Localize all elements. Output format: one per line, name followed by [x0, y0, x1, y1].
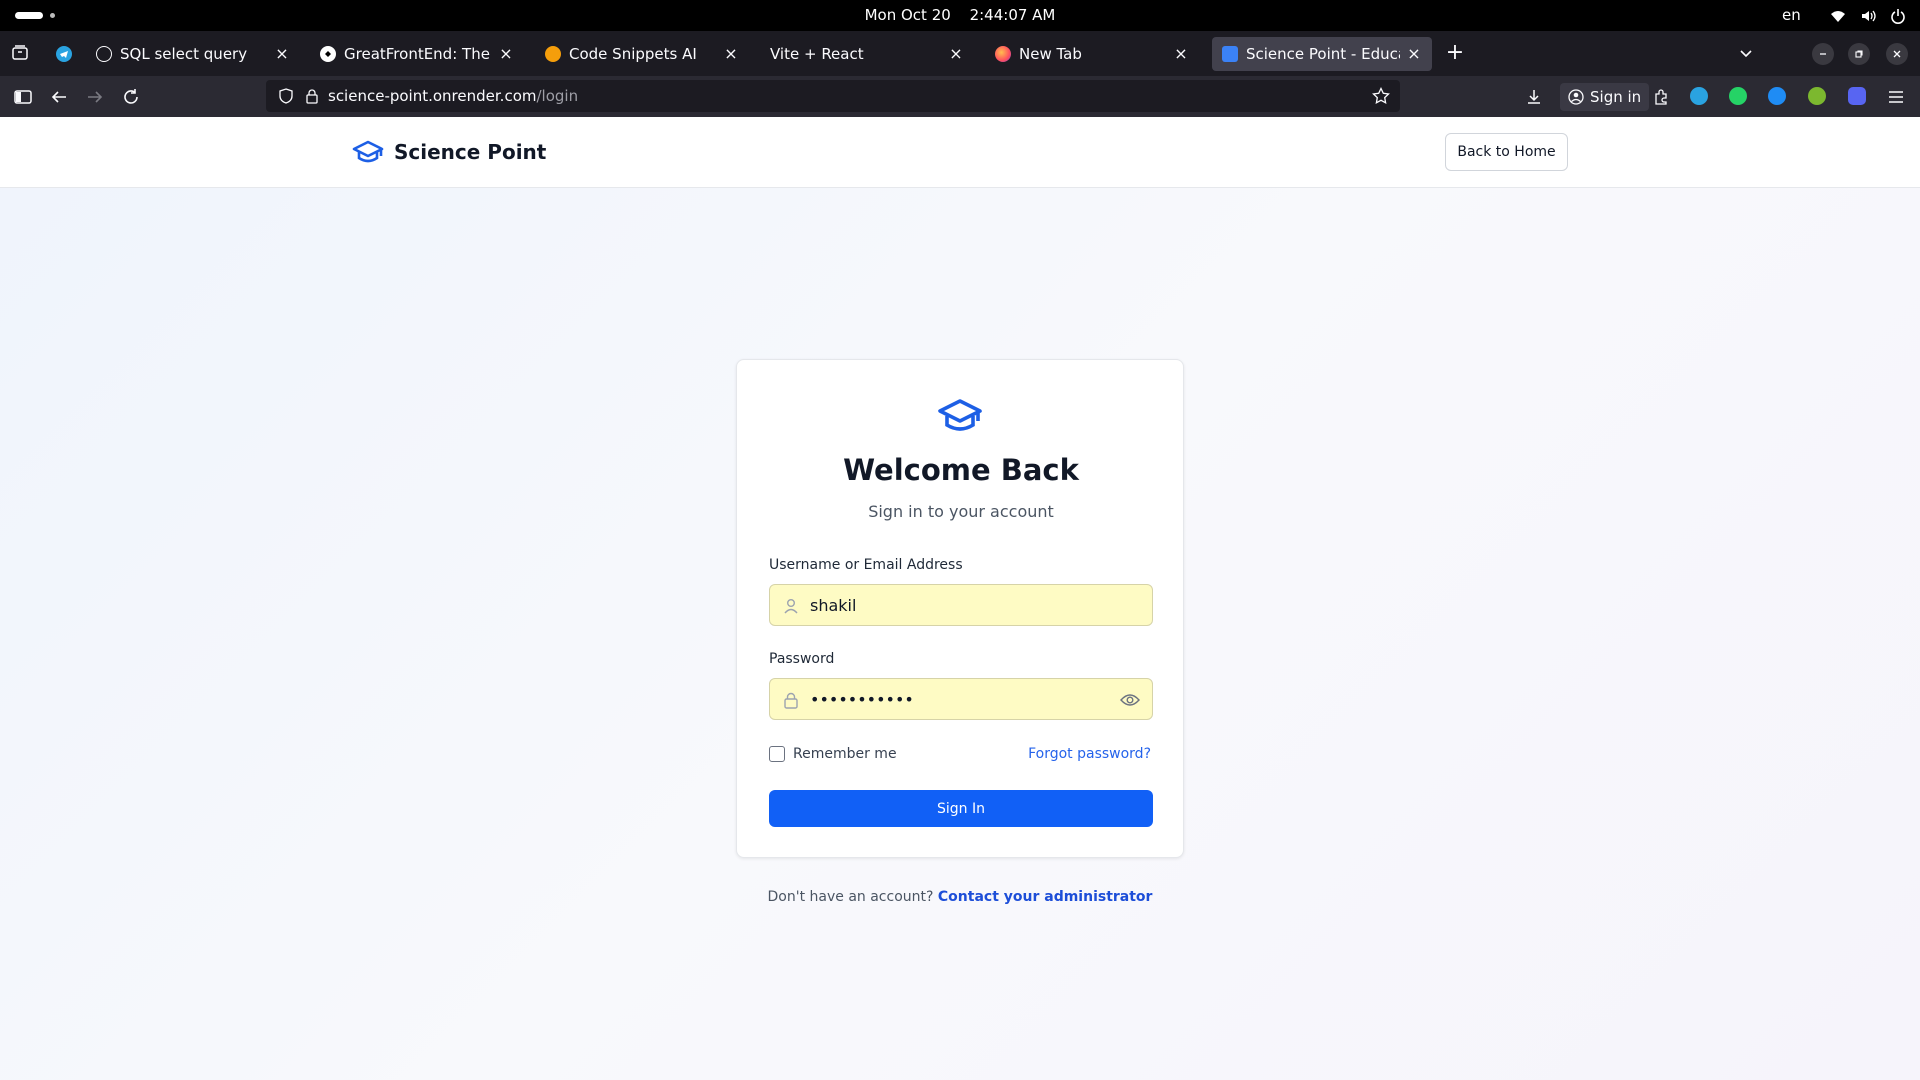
tracking-shield-icon[interactable] — [278, 88, 294, 104]
close-tab-icon[interactable]: × — [723, 46, 739, 62]
sign-in-label: Sign in — [1590, 88, 1642, 106]
openai-icon — [96, 46, 112, 62]
username-label: Username or Email Address — [769, 557, 963, 573]
remember-me[interactable]: Remember me — [769, 746, 897, 762]
signup-prompt: Don't have an account? Contact your admi… — [0, 889, 1920, 905]
close-window-icon[interactable] — [1886, 43, 1908, 65]
username-input[interactable] — [810, 585, 1110, 625]
back-arrow-icon[interactable] — [49, 87, 69, 107]
tab-title: Science Point - Education — [1246, 45, 1400, 63]
volume-icon — [1862, 10, 1876, 22]
url-text[interactable]: science-point.onrender.com/login — [328, 87, 578, 105]
telegram-extension-icon[interactable] — [1690, 87, 1708, 105]
graduation-cap-icon — [938, 399, 982, 431]
close-tab-icon[interactable]: × — [498, 46, 514, 62]
os-time: 2:44:07 AM — [969, 6, 1056, 24]
lock-icon[interactable] — [304, 88, 320, 104]
messenger-extension-icon[interactable] — [1768, 87, 1786, 105]
address-bar[interactable]: science-point.onrender.com/login — [266, 80, 1400, 112]
password-input[interactable] — [810, 679, 1110, 719]
system-tray[interactable] — [1830, 8, 1906, 24]
brand-logo[interactable]: Science Point — [352, 139, 546, 165]
remember-me-checkbox[interactable] — [769, 746, 785, 762]
power-icon — [1891, 9, 1905, 24]
forward-arrow-icon[interactable] — [85, 87, 105, 107]
close-tab-icon[interactable]: × — [1173, 46, 1189, 62]
sidebar-toggle-icon[interactable] — [13, 87, 33, 107]
login-subtitle: Sign in to your account — [868, 502, 1054, 521]
tab-title: SQL select query — [120, 45, 248, 63]
minimize-icon[interactable] — [1812, 43, 1834, 65]
graduation-cap-icon — [352, 140, 384, 163]
whatsapp-extension-icon[interactable] — [1729, 87, 1747, 105]
url-path: /login — [536, 87, 579, 105]
lock-icon — [784, 692, 798, 709]
account-icon — [1568, 89, 1584, 105]
tab-new-tab[interactable]: New Tab × — [985, 37, 1199, 71]
green-extension-icon[interactable] — [1808, 87, 1826, 105]
tab-title: New Tab — [1019, 45, 1082, 63]
password-label: Password — [769, 651, 835, 667]
extensions-icon[interactable] — [1651, 87, 1671, 107]
tab-title: Code Snippets AI — [569, 45, 697, 63]
remember-me-label: Remember me — [793, 746, 897, 762]
firefox-icon — [995, 46, 1011, 62]
close-tab-icon[interactable]: × — [948, 46, 964, 62]
tab-science-point[interactable]: Science Point - Education × — [1212, 37, 1432, 71]
navigation-toolbar: science-point.onrender.com/login Sign in — [0, 76, 1920, 117]
menu-hamburger-icon[interactable] — [1886, 87, 1906, 107]
tab-code-snippets-ai[interactable]: Code Snippets AI × — [535, 37, 749, 71]
os-clock[interactable]: Mon Oct 20 2:44:07 AM — [0, 6, 1920, 24]
tab-title: Vite + React — [770, 45, 864, 63]
new-tab-icon[interactable]: + — [1443, 42, 1467, 66]
telegram-icon — [56, 46, 72, 62]
wifi-icon — [1831, 11, 1845, 22]
forgot-password-link[interactable]: Forgot password? — [1028, 746, 1151, 762]
password-field[interactable] — [769, 678, 1153, 720]
reload-icon[interactable] — [121, 87, 141, 107]
tab-telegram[interactable] — [46, 37, 86, 71]
sign-in-button[interactable]: Sign In — [769, 790, 1153, 827]
user-icon — [784, 599, 798, 614]
science-point-icon — [1222, 46, 1238, 62]
tab-strip: SQL select query × GreatFrontEnd: The gr… — [0, 31, 1920, 76]
os-top-bar: Mon Oct 20 2:44:07 AM en — [0, 0, 1920, 31]
close-tab-icon[interactable]: × — [274, 46, 290, 62]
os-date: Mon Oct 20 — [864, 6, 951, 24]
list-all-tabs-icon[interactable] — [1736, 43, 1756, 63]
show-password-eye-icon[interactable] — [1120, 691, 1140, 709]
login-card: Welcome Back Sign in to your account Use… — [736, 359, 1184, 858]
firefox-view-icon[interactable] — [10, 43, 30, 63]
url-host: science-point.onrender.com — [328, 87, 537, 105]
bookmark-star-icon[interactable] — [1372, 87, 1390, 105]
discord-extension-icon[interactable] — [1848, 87, 1866, 105]
site-header: Science Point Back to Home — [0, 117, 1920, 188]
signup-prompt-text: Don't have an account? — [767, 889, 934, 905]
tab-sql-select-query[interactable]: SQL select query × — [86, 37, 300, 71]
contact-administrator-link[interactable]: Contact your administrator — [938, 889, 1153, 905]
restore-icon[interactable] — [1848, 43, 1870, 65]
close-tab-icon[interactable]: × — [1406, 46, 1422, 62]
tab-greatfrontend[interactable]: GreatFrontEnd: The great × — [310, 37, 524, 71]
tab-vite-react[interactable]: Vite + React × — [760, 37, 974, 71]
account-sign-in-button[interactable]: Sign in — [1560, 83, 1650, 111]
keyboard-language[interactable]: en — [1782, 6, 1801, 24]
web-page: Science Point Back to Home Welcome Back … — [0, 117, 1920, 1080]
back-to-home-button[interactable]: Back to Home — [1445, 133, 1568, 171]
login-title: Welcome Back — [843, 453, 1079, 487]
brand-name: Science Point — [394, 140, 547, 164]
downloads-icon[interactable] — [1524, 87, 1544, 107]
username-field[interactable] — [769, 584, 1153, 626]
tab-title: GreatFrontEnd: The great — [344, 45, 492, 63]
greatfrontend-icon — [320, 46, 336, 62]
codesnippets-icon — [545, 46, 561, 62]
